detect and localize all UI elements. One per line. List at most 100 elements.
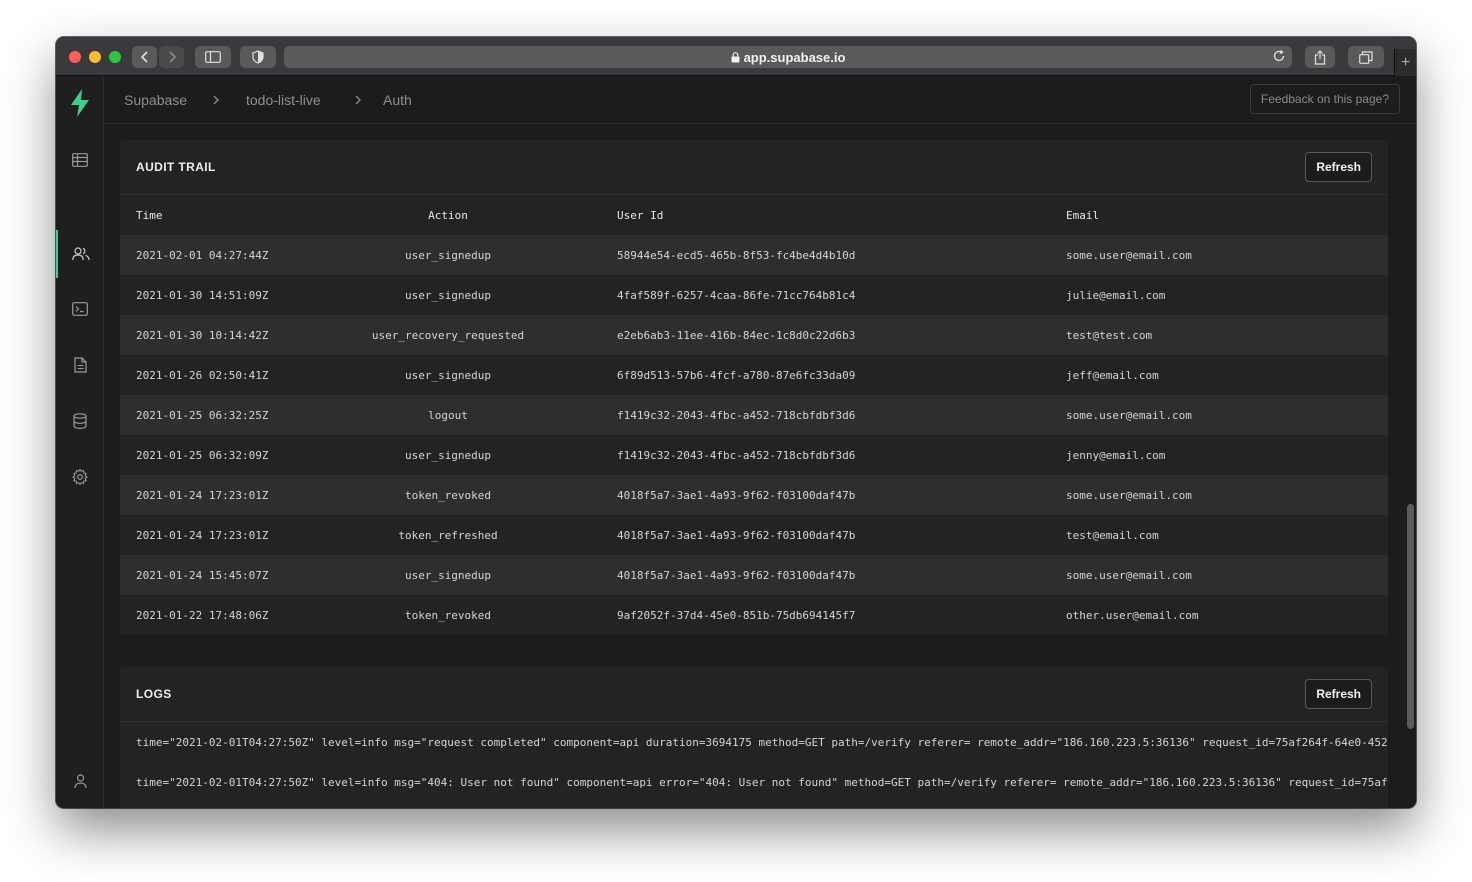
sidebar-toggle-button[interactable] bbox=[195, 46, 231, 68]
cell-user-id: 4018f5a7-3ae1-4a93-9f62-f03100daf47b bbox=[564, 555, 1066, 595]
table-row[interactable]: 2021-01-24 17:23:01Z token_revoked 4018f… bbox=[120, 475, 1388, 515]
cell-time: 2021-01-24 17:23:01Z bbox=[120, 515, 332, 555]
forward-button[interactable] bbox=[159, 46, 184, 68]
cell-user-id: 4faf589f-6257-4caa-86fe-71cc764b81c4 bbox=[564, 275, 1066, 315]
tabs-icon bbox=[1359, 50, 1373, 64]
cell-action: user_recovery_requested bbox=[332, 315, 564, 355]
close-window-button[interactable] bbox=[69, 51, 81, 63]
sidebar-icon bbox=[205, 51, 221, 63]
reload-icon[interactable] bbox=[1272, 49, 1286, 66]
column-header-action[interactable]: Action bbox=[332, 195, 564, 235]
sidebar-item-auth[interactable] bbox=[56, 230, 104, 278]
privacy-shield-button[interactable] bbox=[240, 46, 276, 68]
cell-time: 2021-01-24 17:23:01Z bbox=[120, 475, 332, 515]
audit-trail-header: AUDIT TRAIL Refresh bbox=[120, 140, 1388, 195]
share-button[interactable] bbox=[1305, 46, 1335, 68]
sidebar-item-table-editor[interactable] bbox=[56, 144, 104, 176]
cell-email: julie@email.com bbox=[1066, 275, 1388, 315]
table-row[interactable]: 2021-01-24 17:23:01Z token_refreshed 401… bbox=[120, 515, 1388, 555]
browser-window: app.supabase.io + Supabase todo-list-liv… bbox=[56, 37, 1416, 808]
cell-email: test@email.com bbox=[1066, 515, 1388, 555]
column-header-email[interactable]: Email bbox=[1066, 195, 1388, 235]
column-header-time[interactable]: Time bbox=[120, 195, 332, 235]
audit-trail-panel: AUDIT TRAIL Refresh Time Action User Id … bbox=[120, 140, 1388, 635]
table-row[interactable]: 2021-01-24 15:45:07Z user_signedup 4018f… bbox=[120, 555, 1388, 595]
cell-time: 2021-01-26 02:50:41Z bbox=[120, 355, 332, 395]
cell-time: 2021-01-25 06:32:25Z bbox=[120, 395, 332, 435]
cell-user-id: 4018f5a7-3ae1-4a93-9f62-f03100daf47b bbox=[564, 515, 1066, 555]
sidebar-item-profile[interactable] bbox=[56, 765, 104, 797]
feedback-button[interactable]: Feedback on this page? bbox=[1249, 84, 1400, 114]
cell-user-id: 4018f5a7-3ae1-4a93-9f62-f03100daf47b bbox=[564, 475, 1066, 515]
browser-toolbar: app.supabase.io + bbox=[56, 37, 1416, 76]
cell-time: 2021-01-25 06:32:09Z bbox=[120, 435, 332, 475]
chevron-right-icon bbox=[354, 93, 362, 111]
cell-action: user_signedup bbox=[332, 355, 564, 395]
breadcrumb-org[interactable]: Supabase bbox=[124, 92, 187, 108]
audit-table-header: Time Action User Id Email bbox=[120, 195, 1388, 235]
back-button[interactable] bbox=[132, 46, 157, 68]
logs-title: LOGS bbox=[136, 687, 172, 701]
cell-user-id: 58944e54-ecd5-465b-8f53-fc4be4d4b10d bbox=[564, 235, 1066, 275]
top-header: Supabase todo-list-live Auth Feedback on… bbox=[104, 76, 1416, 124]
users-icon bbox=[72, 247, 90, 261]
audit-table: Time Action User Id Email 2021-02-01 04:… bbox=[120, 195, 1388, 635]
address-bar[interactable]: app.supabase.io bbox=[284, 46, 1292, 68]
minimize-window-button[interactable] bbox=[89, 51, 101, 63]
scrollbar-thumb[interactable] bbox=[1407, 504, 1414, 729]
logs-refresh-button[interactable]: Refresh bbox=[1305, 679, 1372, 709]
breadcrumb-section[interactable]: Auth bbox=[383, 92, 412, 108]
cell-action: user_signedup bbox=[332, 555, 564, 595]
cell-user-id: f1419c32-2043-4fbc-a452-718cbfdbf3d6 bbox=[564, 395, 1066, 435]
scrollbar[interactable] bbox=[1404, 124, 1416, 808]
new-tab-button[interactable]: + bbox=[1394, 49, 1416, 76]
log-line: time="2021-02-01T04:27:50Z" level=info m… bbox=[136, 775, 1388, 789]
table-row[interactable]: 2021-01-30 14:51:09Z user_signedup 4faf5… bbox=[120, 275, 1388, 315]
chevron-left-icon bbox=[140, 51, 148, 63]
sidebar-item-database[interactable] bbox=[56, 405, 104, 437]
chevron-right-icon bbox=[168, 51, 176, 63]
cell-email: jenny@email.com bbox=[1066, 435, 1388, 475]
logs-header: LOGS Refresh bbox=[120, 667, 1388, 722]
table-row[interactable]: 2021-01-25 06:32:09Z user_signedup f1419… bbox=[120, 435, 1388, 475]
table-row[interactable]: 2021-01-30 10:14:42Z user_recovery_reque… bbox=[120, 315, 1388, 355]
sidebar-item-settings[interactable] bbox=[56, 461, 104, 493]
cell-user-id: 9af2052f-37d4-45e0-851b-75db694145f7 bbox=[564, 595, 1066, 635]
supabase-bolt-icon[interactable] bbox=[56, 88, 104, 118]
cell-time: 2021-01-24 15:45:07Z bbox=[120, 555, 332, 595]
table-row[interactable]: 2021-01-26 02:50:41Z user_signedup 6f89d… bbox=[120, 355, 1388, 395]
lock-icon bbox=[731, 51, 740, 63]
cell-email: some.user@email.com bbox=[1066, 235, 1388, 275]
cell-user-id: e2eb6ab3-11ee-416b-84ec-1c8d0c22d6b3 bbox=[564, 315, 1066, 355]
cell-email: some.user@email.com bbox=[1066, 555, 1388, 595]
sidebar-item-docs[interactable] bbox=[56, 349, 104, 381]
cell-time: 2021-01-22 17:48:06Z bbox=[120, 595, 332, 635]
cell-action: token_revoked bbox=[332, 595, 564, 635]
tab-overview-button[interactable] bbox=[1348, 46, 1384, 68]
table-row[interactable]: 2021-02-01 04:27:44Z user_signedup 58944… bbox=[120, 235, 1388, 275]
cell-action: user_signedup bbox=[332, 275, 564, 315]
table-icon bbox=[72, 153, 88, 167]
log-line: time="2021-02-01T04:27:50Z" level=info m… bbox=[136, 735, 1388, 749]
shield-icon bbox=[252, 50, 264, 64]
cell-action: token_revoked bbox=[332, 475, 564, 515]
sidebar-item-sql[interactable] bbox=[56, 293, 104, 325]
breadcrumb-project[interactable]: todo-list-live bbox=[246, 92, 321, 108]
share-icon bbox=[1314, 49, 1326, 65]
audit-refresh-button[interactable]: Refresh bbox=[1305, 152, 1372, 182]
table-row[interactable]: 2021-01-25 06:32:25Z logout f1419c32-204… bbox=[120, 395, 1388, 435]
cell-action: user_signedup bbox=[332, 235, 564, 275]
gear-icon bbox=[72, 469, 88, 485]
cell-time: 2021-01-30 14:51:09Z bbox=[120, 275, 332, 315]
cell-time: 2021-02-01 04:27:44Z bbox=[120, 235, 332, 275]
cell-action: logout bbox=[332, 395, 564, 435]
table-row[interactable]: 2021-01-22 17:48:06Z token_revoked 9af20… bbox=[120, 595, 1388, 635]
column-header-user-id[interactable]: User Id bbox=[564, 195, 1066, 235]
chevron-right-icon bbox=[212, 93, 220, 111]
cell-email: test@test.com bbox=[1066, 315, 1388, 355]
terminal-icon bbox=[72, 302, 88, 316]
document-icon bbox=[73, 357, 87, 373]
audit-trail-title: AUDIT TRAIL bbox=[136, 160, 216, 174]
zoom-window-button[interactable] bbox=[109, 51, 121, 63]
